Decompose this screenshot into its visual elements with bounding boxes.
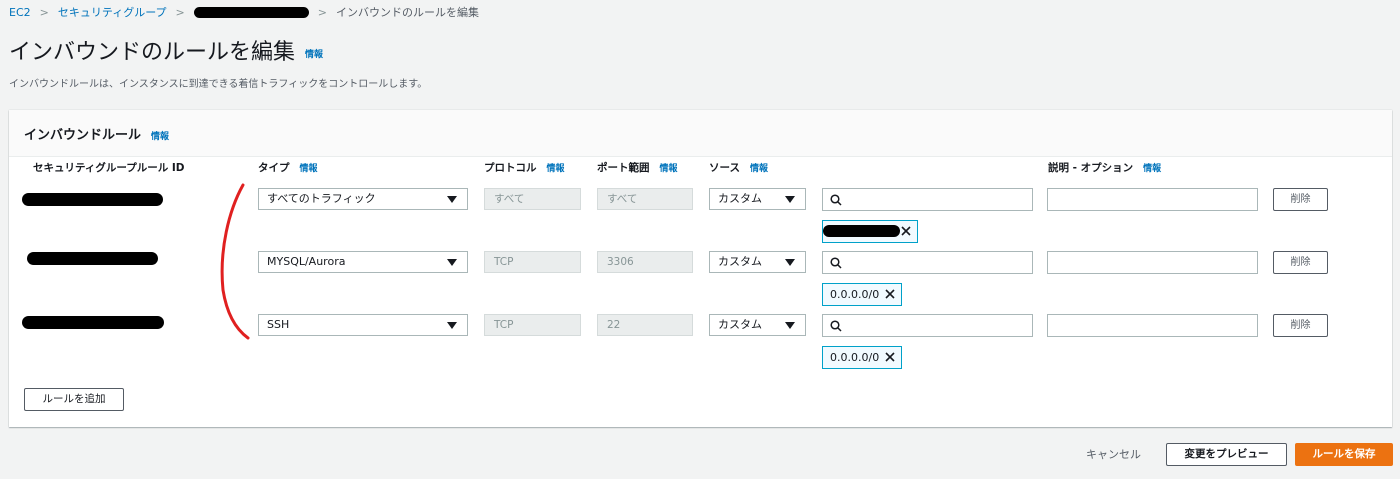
cancel-button[interactable]: キャンセル (1086, 446, 1141, 462)
port-range-field: 3306 (597, 251, 693, 273)
column-label: タイプ (258, 162, 290, 174)
source-search-input[interactable] (822, 314, 1033, 337)
type-select[interactable]: すべてのトラフィック (258, 188, 468, 210)
delete-rule-button[interactable]: 削除 (1273, 314, 1328, 337)
caret-down-icon (785, 322, 795, 329)
source-token-label: 0.0.0.0/0 (830, 288, 880, 301)
breadcrumb-current: インバウンドのルールを編集 (335, 6, 479, 19)
close-icon[interactable] (885, 352, 895, 362)
caret-down-icon (447, 322, 457, 329)
source-select[interactable]: カスタム (709, 251, 806, 273)
port-range-field: 22 (597, 314, 693, 336)
type-value: MYSQL/Aurora (267, 255, 346, 268)
column-header-description: 説明 - オプション 情報 (1048, 160, 1161, 175)
description-input[interactable] (1047, 314, 1258, 337)
page-description: インバウンドルールは、インスタンスに到達できる着信トラフィックをコントロールしま… (9, 79, 428, 90)
search-icon (830, 194, 842, 206)
save-rules-button[interactable]: ルールを保存 (1295, 443, 1393, 466)
source-search-input[interactable] (822, 188, 1033, 211)
add-rule-button[interactable]: ルールを追加 (24, 388, 124, 411)
preview-changes-button[interactable]: 変更をプレビュー (1166, 443, 1287, 466)
redacted-rule-id (22, 193, 163, 206)
breadcrumb-security-groups[interactable]: セキュリティグループ (58, 4, 167, 20)
port-info-link[interactable]: 情報 (660, 164, 678, 174)
protocol-field: TCP (484, 314, 581, 336)
source-token: 0.0.0.0/0 (822, 346, 902, 369)
column-label: ポート範囲 (597, 162, 650, 174)
type-select[interactable]: MYSQL/Aurora (258, 251, 468, 273)
column-header-port-range: ポート範囲 情報 (597, 160, 678, 175)
source-search-input[interactable] (822, 251, 1033, 274)
column-label: プロトコル (484, 162, 537, 174)
panel-title: インバウンドルール (24, 128, 142, 143)
caret-down-icon (447, 259, 457, 266)
port-range-field: すべて (597, 188, 693, 210)
panel-title-row: インバウンドルール 情報 (24, 124, 169, 143)
column-header-protocol: プロトコル 情報 (484, 160, 565, 175)
protocol-field: すべて (484, 188, 581, 210)
type-select[interactable]: SSH (258, 314, 468, 336)
type-value: SSH (267, 318, 290, 331)
close-icon[interactable] (885, 289, 895, 299)
panel-header (9, 110, 1392, 157)
breadcrumb: EC2 > セキュリティグループ > > インバウンドのルールを編集 (9, 4, 479, 20)
delete-rule-button[interactable]: 削除 (1273, 188, 1328, 211)
red-bracket-annotation (220, 183, 250, 340)
search-icon (830, 257, 842, 269)
redacted-rule-id (27, 252, 158, 265)
delete-rule-button[interactable]: 削除 (1273, 251, 1328, 274)
column-header-type: タイプ 情報 (258, 160, 318, 175)
chevron-right-icon: > (39, 5, 49, 19)
column-label: 説明 - オプション (1048, 162, 1134, 174)
column-label: セキュリティグループルール ID (33, 162, 185, 174)
description-input[interactable] (1047, 188, 1258, 211)
caret-down-icon (785, 196, 795, 203)
protocol-info-link[interactable]: 情報 (547, 164, 565, 174)
column-header-source: ソース 情報 (709, 160, 768, 175)
chevron-right-icon: > (317, 5, 327, 19)
breadcrumb-ec2[interactable]: EC2 (9, 6, 31, 19)
panel-info-link[interactable]: 情報 (151, 132, 169, 142)
page-title: インバウンドのルールを編集 (9, 40, 296, 65)
protocol-field: TCP (484, 251, 581, 273)
source-select[interactable]: カスタム (709, 314, 806, 336)
redacted-security-group-link[interactable] (193, 6, 309, 18)
redacted-rule-id (22, 316, 164, 329)
source-value: カスタム (718, 192, 762, 205)
caret-down-icon (447, 196, 457, 203)
page-info-link[interactable]: 情報 (305, 50, 323, 60)
source-info-link[interactable]: 情報 (750, 164, 768, 174)
description-info-link[interactable]: 情報 (1143, 164, 1161, 174)
source-token: 0.0.0.0/0 (822, 283, 902, 306)
column-label: ソース (709, 162, 740, 174)
search-icon (830, 320, 842, 332)
source-select[interactable]: カスタム (709, 188, 806, 210)
column-header-rule-id: セキュリティグループルール ID (33, 160, 185, 175)
caret-down-icon (785, 259, 795, 266)
source-value: カスタム (718, 255, 762, 268)
chevron-right-icon: > (175, 5, 185, 19)
page-title-row: インバウンドのルールを編集 情報 (9, 34, 323, 66)
close-icon[interactable] (901, 226, 911, 236)
source-token (822, 220, 918, 243)
source-value: カスタム (718, 318, 762, 331)
type-info-link[interactable]: 情報 (300, 164, 318, 174)
type-value: すべてのトラフィック (267, 192, 376, 205)
description-input[interactable] (1047, 251, 1258, 274)
redacted-source-token (823, 225, 900, 237)
source-token-label: 0.0.0.0/0 (830, 351, 880, 364)
